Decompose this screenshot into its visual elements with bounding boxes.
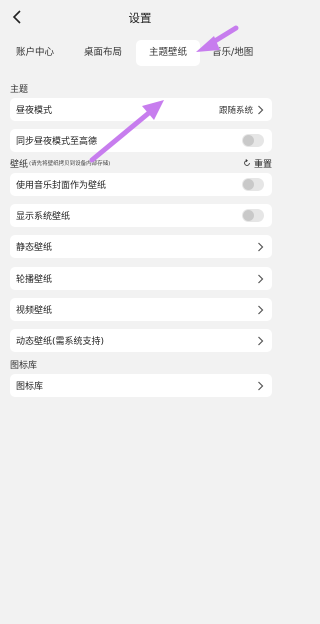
sync-amap-toggle[interactable] <box>242 134 264 147</box>
top-bar: 设置 <box>0 0 280 36</box>
wallpaper-section-header: 壁纸 (请先将壁纸拷贝到设备内部存储) 重置 <box>10 156 272 170</box>
tab-music-map[interactable]: 音乐/地图 <box>200 40 280 66</box>
reset-icon <box>244 159 250 166</box>
chevron-right-icon <box>258 274 264 283</box>
tab-bar: 账户中心 桌面布局 主题壁纸 音乐/地图 <box>0 40 280 66</box>
video-wallpaper-label: 视频壁纸 <box>16 306 53 316</box>
day-night-mode-row[interactable]: 昼夜模式 跟随系统 <box>10 98 272 121</box>
system-wallpaper-label: 显示系统壁纸 <box>16 212 71 222</box>
music-cover-row: 使用音乐封面作为壁纸 <box>10 173 272 196</box>
sync-amap-row: 同步昼夜模式至高德 <box>10 129 272 152</box>
section-wallpaper-label: 壁纸 <box>10 159 29 170</box>
reset-label: 重置 <box>253 159 272 170</box>
back-button[interactable] <box>6 6 28 28</box>
carousel-wallpaper-row[interactable]: 轮播壁纸 <box>10 267 272 290</box>
sync-amap-label: 同步昼夜模式至高德 <box>16 137 98 147</box>
chevron-right-icon <box>258 336 264 345</box>
system-wallpaper-toggle[interactable] <box>242 209 264 222</box>
dynamic-wallpaper-label: 动态壁纸(需系统支持) <box>16 337 105 347</box>
video-wallpaper-row[interactable]: 视频壁纸 <box>10 298 272 321</box>
static-wallpaper-row[interactable]: 静态壁纸 <box>10 235 272 258</box>
system-wallpaper-row: 显示系统壁纸 <box>10 204 272 227</box>
chevron-right-icon <box>258 105 264 114</box>
toggle-knob <box>243 179 254 190</box>
day-night-mode-value: 跟随系统 <box>218 105 253 116</box>
tab-theme-wallpaper[interactable]: 主题壁纸 <box>136 40 200 66</box>
toggle-knob <box>243 210 254 221</box>
wallpaper-note: (请先将壁纸拷贝到设备内部存储) <box>29 161 111 167</box>
icon-library-label: 图标库 <box>16 382 44 392</box>
reset-button[interactable]: 重置 <box>243 157 272 170</box>
dynamic-wallpaper-row[interactable]: 动态壁纸(需系统支持) <box>10 329 272 352</box>
tab-desktop-layout[interactable]: 桌面布局 <box>70 40 136 66</box>
music-cover-toggle[interactable] <box>242 178 264 191</box>
chevron-left-icon <box>12 10 21 24</box>
day-night-mode-label: 昼夜模式 <box>16 106 53 116</box>
page-title: 设置 <box>128 11 152 25</box>
section-theme-label: 主题 <box>10 85 29 95</box>
toggle-knob <box>243 135 254 146</box>
icon-library-row[interactable]: 图标库 <box>10 374 272 397</box>
music-cover-label: 使用音乐封面作为壁纸 <box>16 181 107 191</box>
chevron-right-icon <box>258 242 264 251</box>
chevron-right-icon <box>258 305 264 314</box>
static-wallpaper-label: 静态壁纸 <box>16 243 53 253</box>
tab-account-center[interactable]: 账户中心 <box>0 40 70 66</box>
carousel-wallpaper-label: 轮播壁纸 <box>16 275 53 285</box>
section-icons-label: 图标库 <box>10 361 38 371</box>
chevron-right-icon <box>258 381 264 390</box>
